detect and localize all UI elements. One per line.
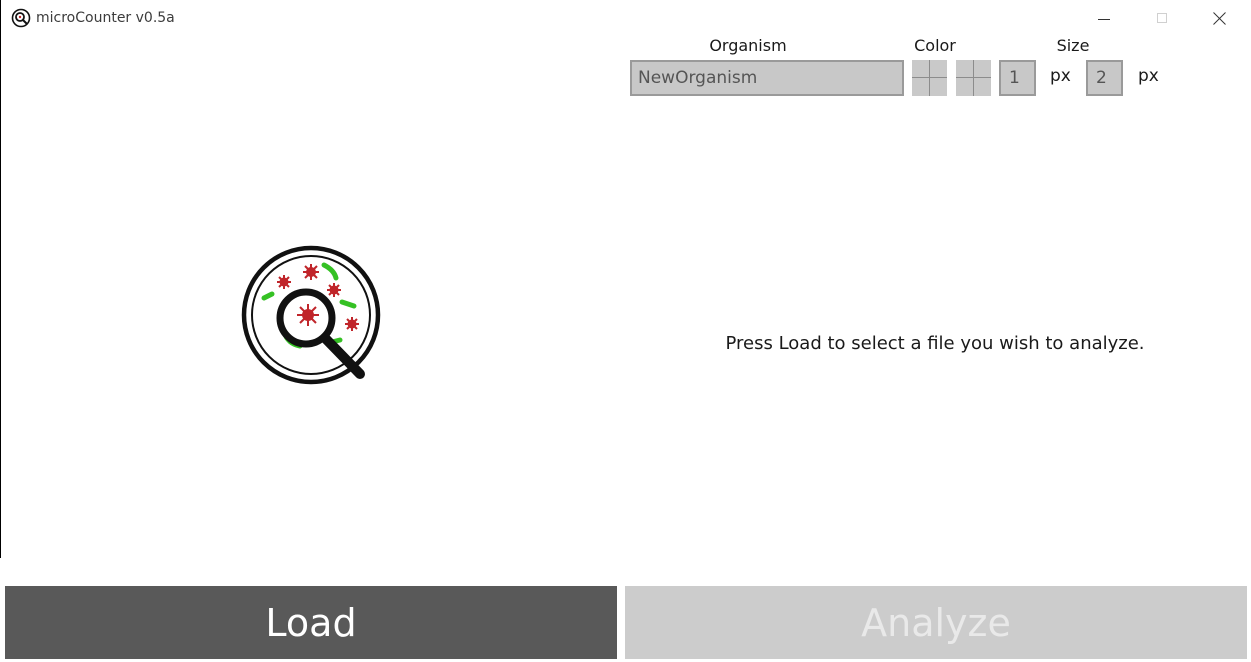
color-picker-secondary[interactable]	[956, 60, 991, 96]
app-logo-icon	[11, 8, 31, 28]
size-min-input[interactable]: 1	[999, 60, 1036, 96]
window-left-border	[0, 0, 1, 558]
color-picker-primary[interactable]	[912, 60, 947, 96]
minimize-button[interactable]	[1081, 2, 1127, 34]
title-bar: microCounter v0.5a	[0, 0, 1251, 36]
organism-name-input[interactable]: NewOrganism	[630, 60, 904, 96]
window-title: microCounter v0.5a	[36, 10, 175, 26]
load-button[interactable]: Load	[5, 586, 617, 659]
analyze-button[interactable]: Analyze	[625, 586, 1247, 659]
color-label: Color	[914, 36, 956, 55]
petri-dish-magnifier-logo	[241, 245, 381, 385]
size-max-input[interactable]: 2	[1086, 60, 1123, 96]
close-button[interactable]	[1197, 2, 1243, 34]
close-icon	[1213, 12, 1226, 25]
organism-label: Organism	[709, 36, 787, 55]
maximize-button[interactable]	[1139, 2, 1185, 34]
status-message: Press Load to select a file you wish to …	[725, 333, 1145, 354]
size-label: Size	[1056, 36, 1090, 55]
size-min-unit: px	[1050, 66, 1071, 86]
size-max-unit: px	[1138, 66, 1159, 86]
